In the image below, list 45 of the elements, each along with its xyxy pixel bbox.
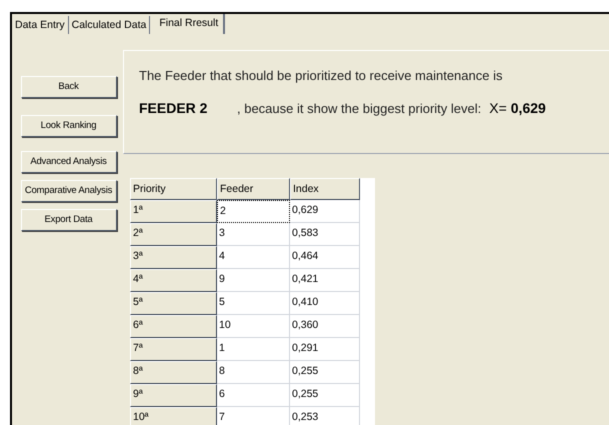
table-cell: 0,253	[290, 407, 360, 425]
table-cell: 3	[217, 223, 290, 246]
x-value: 0,629	[510, 98, 546, 118]
table-cell: 0,629	[290, 200, 360, 223]
table-cell: 0,255	[290, 384, 360, 407]
table-cell: 6	[217, 384, 290, 407]
column-header[interactable]: Feeder	[217, 178, 290, 200]
table-cell: 0,410	[290, 292, 360, 315]
row-header[interactable]: 4ª	[130, 269, 217, 292]
row-header[interactable]: 6ª	[130, 315, 217, 338]
reason-text: , because it show the biggest priority level:	[237, 100, 482, 118]
action-button[interactable]: Back	[20, 76, 116, 98]
table-cell: 2	[217, 200, 290, 223]
table-cell: 0,360	[290, 315, 360, 338]
feeder-result: FEEDER 2	[139, 98, 208, 118]
row-header[interactable]: 10ª	[130, 407, 217, 425]
table-cell: 4	[217, 246, 290, 269]
row-header[interactable]: 5ª	[130, 292, 217, 315]
row-header[interactable]: 9ª	[130, 384, 217, 407]
table-cell: 0,255	[290, 361, 360, 384]
column-header[interactable]: Priority	[130, 178, 217, 200]
table-cell: 0,291	[290, 338, 360, 361]
action-button[interactable]: Advanced Analysis	[20, 151, 116, 173]
table-cell: 0,583	[290, 223, 360, 246]
table-cell: 1	[217, 338, 290, 361]
row-header[interactable]: 2ª	[130, 223, 217, 246]
table-cell: 5	[217, 292, 290, 315]
message-text: The Feeder that should be prioritized to receive maintenance is	[139, 67, 504, 85]
tab[interactable]: Calculated Data	[68, 16, 150, 34]
row-header[interactable]: 8ª	[130, 361, 217, 384]
row-header[interactable]: 7ª	[130, 338, 217, 361]
row-header[interactable]: 1ª	[130, 200, 217, 223]
tab[interactable]: Data Entry	[12, 16, 69, 34]
table-cell: 0,421	[290, 269, 360, 292]
table-cell: 0,464	[290, 246, 360, 269]
column-header[interactable]: Index	[290, 178, 360, 200]
table-cell: 9	[217, 269, 290, 292]
x-label: X=	[489, 98, 507, 118]
table-cell: 8	[217, 361, 290, 384]
table-cell: 10	[217, 315, 290, 338]
action-button[interactable]: Export Data	[20, 209, 116, 231]
action-button[interactable]: Look Ranking	[20, 115, 116, 137]
table-cell: 7	[217, 407, 290, 425]
action-button[interactable]: Comparative Analysis	[20, 180, 116, 202]
row-header[interactable]: 3ª	[130, 246, 217, 269]
